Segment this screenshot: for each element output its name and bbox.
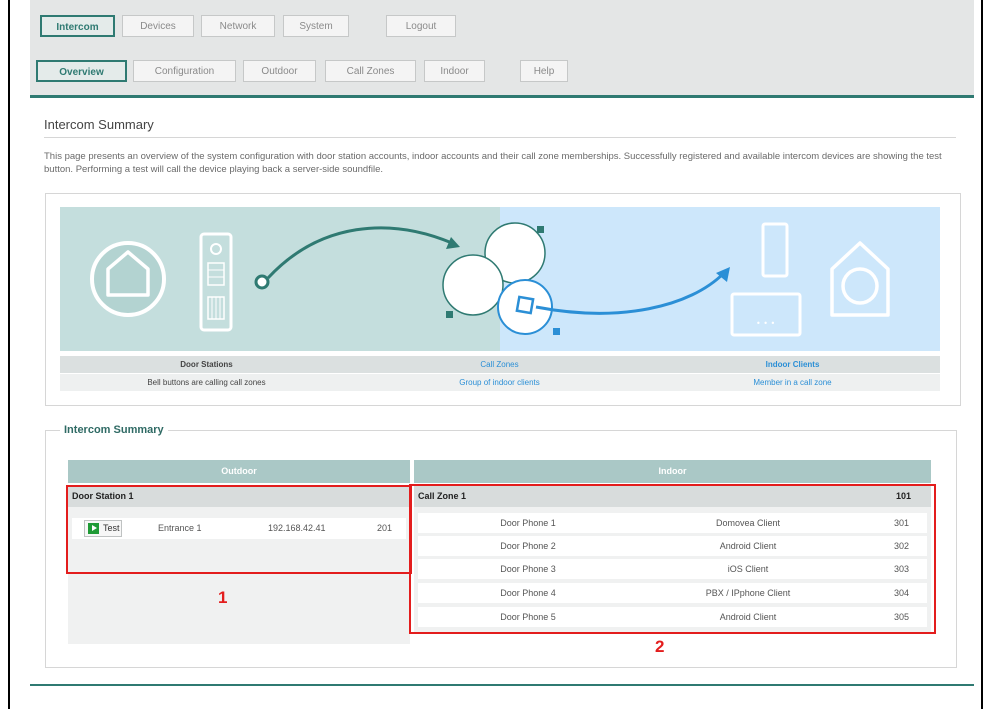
annotation-label-2: 2 xyxy=(655,637,665,656)
tab-call-zones[interactable]: Call Zones xyxy=(325,60,416,82)
intercom-summary-legend: Intercom Summary xyxy=(64,424,164,436)
help-button[interactable]: Help xyxy=(520,60,568,82)
tab-outdoor[interactable]: Outdoor xyxy=(243,60,316,82)
annotation-box-2 xyxy=(409,484,936,634)
diagram-captions: Door Stations Call Zones Indoor Clients … xyxy=(60,353,940,393)
indoor-column-header: Indoor xyxy=(414,460,931,483)
tab-indoor[interactable]: Indoor xyxy=(424,60,485,82)
frame-right-border xyxy=(981,0,983,709)
footer-divider xyxy=(30,684,974,686)
outdoor-column-header: Outdoor xyxy=(68,460,410,483)
caption-indoor-clients: Indoor Clients xyxy=(765,360,820,369)
tab-network[interactable]: Network xyxy=(201,15,275,37)
caption-door-stations-sub: Bell buttons are calling call zones xyxy=(147,378,266,387)
tab-devices[interactable]: Devices xyxy=(122,15,194,37)
tab-configuration[interactable]: Configuration xyxy=(133,60,236,82)
title-divider xyxy=(44,137,956,138)
house-icon-outdoor xyxy=(90,241,166,317)
svg-text:• • •: • • • xyxy=(756,319,775,328)
caption-title-row: Door Stations Call Zones Indoor Clients xyxy=(60,356,940,373)
page-description: This page presents an overview of the sy… xyxy=(44,151,942,175)
annotation-label-1: 1 xyxy=(218,588,228,607)
frame-left-border xyxy=(8,0,10,709)
caption-call-zones-sub: Group of indoor clients xyxy=(459,378,540,387)
caption-sub-row: Bell buttons are calling call zones Grou… xyxy=(60,374,940,391)
page-title: Intercom Summary xyxy=(44,117,154,132)
tab-overview[interactable]: Overview xyxy=(36,60,127,82)
tab-system[interactable]: System xyxy=(283,15,349,37)
intercom-overview-diagram: • • • xyxy=(60,207,940,351)
caption-door-stations: Door Stations xyxy=(180,360,233,369)
logout-button[interactable]: Logout xyxy=(386,15,456,37)
annotation-box-1 xyxy=(66,485,412,574)
tab-intercom[interactable]: Intercom xyxy=(40,15,115,37)
caption-call-zones: Call Zones xyxy=(480,360,519,369)
caption-indoor-clients-sub: Member in a call zone xyxy=(753,378,832,387)
